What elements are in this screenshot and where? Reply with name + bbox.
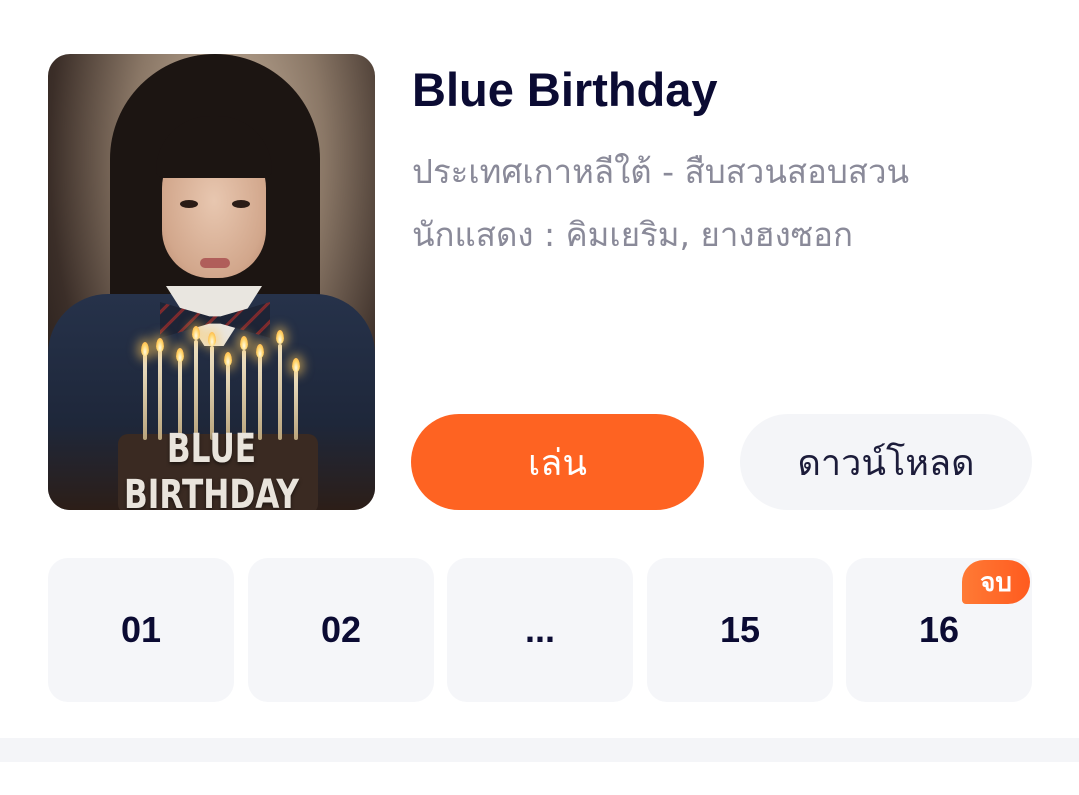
poster-eye-left [180,200,198,208]
candle-flame [224,352,232,366]
episode-more-button[interactable]: ... [447,558,633,702]
episode-label: 16 [918,609,960,650]
download-button-label: ดาวน์โหลด [797,442,975,484]
show-detail-page: BLUE BIRTHDAY Blue Birthday ประเทศเกาหลี… [0,0,1079,795]
play-button[interactable]: เล่น [411,414,704,510]
episode-label: 01 [120,609,162,650]
candle-flame [176,348,184,362]
candle-flame [292,358,300,372]
episode-label: ... [524,609,555,650]
candle [194,340,198,440]
episode-button-02[interactable]: 02 [248,558,434,702]
poster-image[interactable]: BLUE BIRTHDAY [48,54,375,510]
candle-flame [240,336,248,350]
candle-flame [256,344,264,358]
show-country-genre: ประเทศเกาหลีใต้ - สืบสวนสอบสวน [412,152,910,191]
candle-flame [208,332,216,346]
episode-button-15[interactable]: 15 [647,558,833,702]
poster-title-text: BLUE BIRTHDAY [123,426,300,510]
download-button[interactable]: ดาวน์โหลด [740,414,1032,510]
candle-flame [192,326,200,340]
show-title: Blue Birthday [412,63,718,116]
candle-flame [156,338,164,352]
episode-label: 02 [320,609,362,650]
candle-flame [141,342,149,356]
episode-label: 15 [719,609,761,650]
poster-eye-right [232,200,250,208]
show-cast: นักแสดง : คิมเยริม, ยางฮงซอก [412,215,853,254]
episode-button-01[interactable]: 01 [48,558,234,702]
play-button-label: เล่น [528,442,587,484]
section-divider [0,738,1079,762]
poster-lips [200,258,230,268]
candle-flame [276,330,284,344]
final-episode-badge: จบ [962,560,1030,604]
